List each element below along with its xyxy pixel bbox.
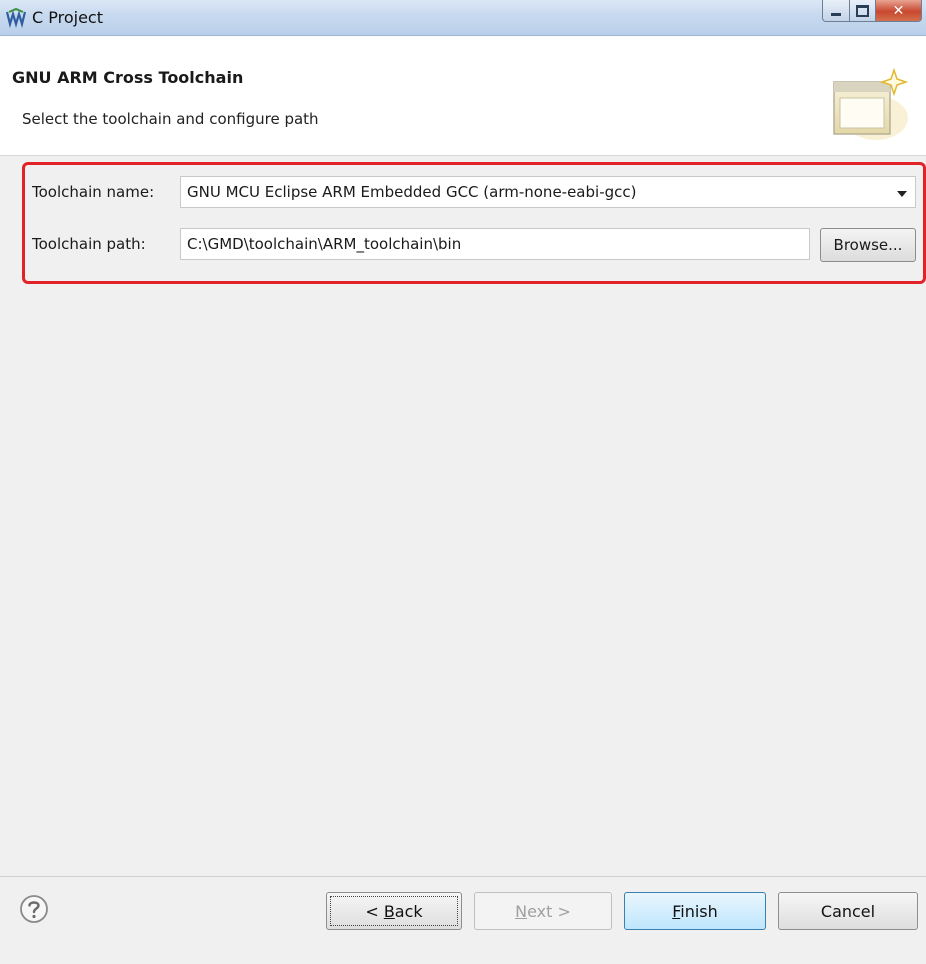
eclipse-icon bbox=[6, 8, 26, 28]
wizard-body: Toolchain name: GNU MCU Eclipse ARM Embe… bbox=[0, 156, 926, 876]
toolchain-name-select[interactable]: GNU MCU Eclipse ARM Embedded GCC (arm-no… bbox=[180, 176, 916, 208]
maximize-icon bbox=[856, 4, 869, 17]
minimize-button[interactable] bbox=[822, 0, 850, 22]
page-description: Select the toolchain and configure path bbox=[22, 110, 319, 128]
window-title: C Project bbox=[32, 8, 103, 27]
maximize-button[interactable] bbox=[850, 0, 876, 22]
wizard-header: GNU ARM Cross Toolchain Select the toolc… bbox=[0, 36, 926, 156]
page-title: GNU ARM Cross Toolchain bbox=[12, 68, 244, 87]
close-button[interactable]: ✕ bbox=[876, 0, 922, 22]
toolchain-name-label: Toolchain name: bbox=[32, 183, 155, 201]
next-mnemonic: N bbox=[515, 902, 528, 921]
wizard-banner-icon bbox=[833, 68, 909, 140]
next-rest: ext > bbox=[527, 902, 571, 921]
toolchain-path-value: C:\GMD\toolchain\ARM_toolchain\bin bbox=[187, 235, 462, 253]
finish-rest: inish bbox=[680, 902, 718, 921]
toolchain-path-input[interactable]: C:\GMD\toolchain\ARM_toolchain\bin bbox=[180, 228, 810, 260]
finish-button[interactable]: Finish bbox=[624, 892, 766, 930]
toolchain-name-value: GNU MCU Eclipse ARM Embedded GCC (arm-no… bbox=[187, 183, 637, 201]
minimize-icon bbox=[831, 13, 841, 16]
browse-button[interactable]: Browse... bbox=[820, 228, 916, 262]
help-icon[interactable] bbox=[18, 893, 50, 925]
chevron-down-icon[interactable] bbox=[897, 191, 907, 197]
title-bar[interactable]: C Project ✕ bbox=[0, 0, 926, 36]
window-controls: ✕ bbox=[822, 0, 922, 24]
focus-ring bbox=[330, 896, 458, 926]
wizard-footer: < Back Next > Finish Cancel bbox=[0, 876, 926, 964]
cancel-button[interactable]: Cancel bbox=[778, 892, 918, 930]
close-icon: ✕ bbox=[892, 2, 905, 19]
back-button[interactable]: < Back bbox=[326, 892, 462, 930]
next-button[interactable]: Next > bbox=[474, 892, 612, 930]
toolchain-path-label: Toolchain path: bbox=[32, 235, 146, 253]
